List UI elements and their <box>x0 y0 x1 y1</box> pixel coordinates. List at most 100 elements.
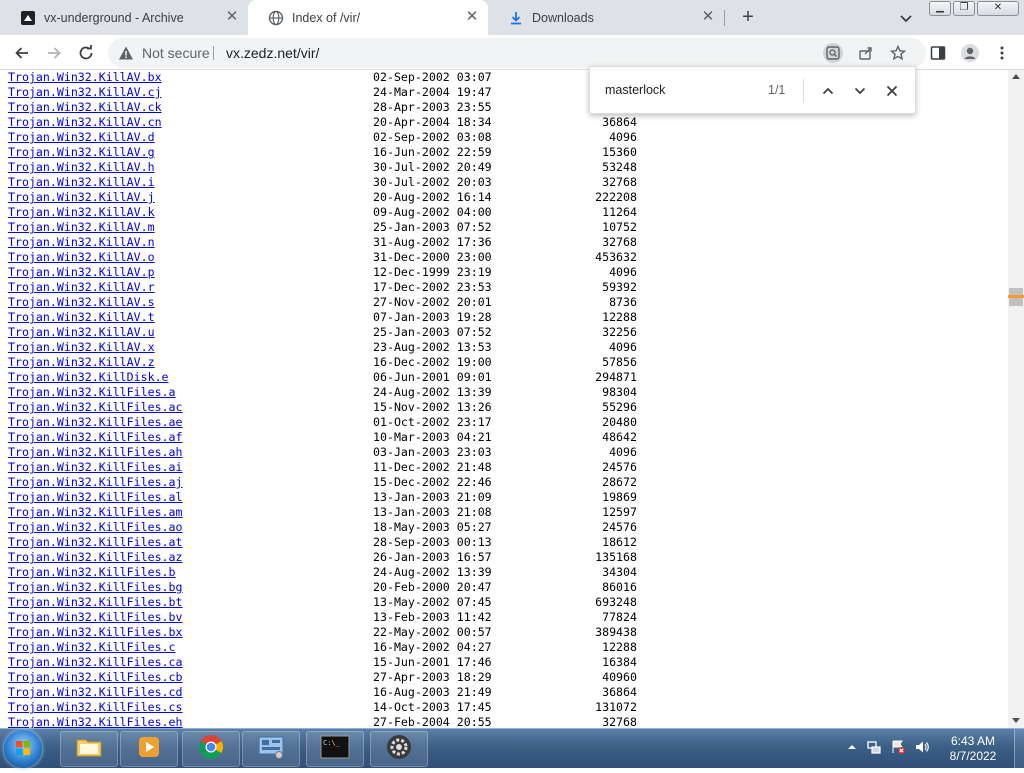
tab-close-icon[interactable]: ✕ <box>700 9 716 25</box>
scroll-down-arrow-icon[interactable] <box>1012 718 1020 723</box>
file-date: 28-Sep-2003 00:13 <box>373 535 492 549</box>
tab-downloads[interactable]: Downloads ✕ <box>488 0 724 35</box>
file-link[interactable]: Trojan.Win32.KillAV.cn <box>8 115 162 130</box>
file-link[interactable]: Trojan.Win32.KillFiles.bt <box>8 595 183 610</box>
new-tab-button[interactable]: + <box>736 6 760 30</box>
tab-close-icon[interactable]: ✕ <box>464 9 480 25</box>
file-link[interactable]: Trojan.Win32.KillAV.m <box>8 220 155 235</box>
file-link[interactable]: Trojan.Win32.KillFiles.cd <box>8 685 183 700</box>
find-next-button[interactable] <box>848 79 872 103</box>
start-button[interactable] <box>4 730 42 768</box>
file-date: 07-Jan-2003 19:28 <box>373 310 492 324</box>
find-close-button[interactable] <box>880 79 904 103</box>
file-size: 4096 <box>609 445 637 459</box>
back-button[interactable] <box>10 41 34 65</box>
file-link[interactable]: Trojan.Win32.KillFiles.ao <box>8 520 183 535</box>
file-size: 55296 <box>602 400 637 414</box>
tray-volume-icon[interactable] <box>914 739 930 755</box>
file-link[interactable]: Trojan.Win32.KillFiles.am <box>8 505 183 520</box>
file-link[interactable]: Trojan.Win32.KillFiles.c <box>8 640 176 655</box>
address-bar[interactable]: Not secure vx.zedz.net/vir/ <box>108 38 926 68</box>
warning-icon[interactable] <box>118 45 134 61</box>
file-link[interactable]: Trojan.Win32.KillFiles.ai <box>8 460 183 475</box>
file-link[interactable]: Trojan.Win32.KillAV.x <box>8 340 155 355</box>
file-link[interactable]: Trojan.Win32.KillAV.j <box>8 190 155 205</box>
tab-search-chevron-icon[interactable] <box>896 8 916 28</box>
file-link[interactable]: Trojan.Win32.KillFiles.bx <box>8 625 183 640</box>
file-link[interactable]: Trojan.Win32.KillAV.n <box>8 235 155 250</box>
file-link[interactable]: Trojan.Win32.KillFiles.bv <box>8 610 183 625</box>
forward-button[interactable] <box>42 41 66 65</box>
file-size: 4096 <box>609 265 637 279</box>
file-link[interactable]: Trojan.Win32.KillAV.o <box>8 250 155 265</box>
file-link[interactable]: Trojan.Win32.KillAV.t <box>8 310 155 325</box>
taskbar-chrome[interactable] <box>182 731 240 767</box>
taskbar-clock[interactable]: 6:43 AM 8/7/2022 <box>938 734 1008 764</box>
taskbar-media-player[interactable] <box>120 731 178 767</box>
file-link[interactable]: Trojan.Win32.KillAV.z <box>8 355 155 370</box>
file-link[interactable]: Trojan.Win32.KillAV.s <box>8 295 155 310</box>
file-size: 34304 <box>602 565 637 579</box>
close-window-button[interactable]: ✕ <box>977 1 1019 16</box>
file-date: 30-Jul-2002 20:49 <box>373 160 492 174</box>
file-link[interactable]: Trojan.Win32.KillFiles.cs <box>8 700 183 715</box>
tab-close-icon[interactable]: ✕ <box>224 9 240 25</box>
file-link[interactable]: Trojan.Win32.KillAV.i <box>8 175 155 190</box>
file-link[interactable]: Trojan.Win32.KillAV.d <box>8 130 155 145</box>
bookmark-star-icon[interactable] <box>888 43 908 63</box>
vertical-scrollbar[interactable] <box>1008 70 1024 728</box>
taskbar-control-panel[interactable] <box>242 731 300 767</box>
find-previous-button[interactable] <box>816 79 840 103</box>
file-link[interactable]: Trojan.Win32.KillFiles.ca <box>8 655 183 670</box>
tray-network-icon[interactable] <box>866 739 882 755</box>
tray-action-center-icon[interactable] <box>890 739 906 755</box>
tab-title: Index of /vir/ <box>292 10 361 25</box>
file-link[interactable]: Trojan.Win32.KillFiles.bg <box>8 580 183 595</box>
file-link[interactable]: Trojan.Win32.KillAV.ck <box>8 100 162 115</box>
show-desktop-button[interactable] <box>1014 729 1024 769</box>
file-link[interactable]: Trojan.Win32.KillAV.p <box>8 265 155 280</box>
tab-vx-underground[interactable]: vx-underground - Archive ✕ <box>0 0 248 35</box>
taskbar-app-gear[interactable] <box>370 731 428 767</box>
file-link[interactable]: Trojan.Win32.KillDisk.e <box>8 370 169 385</box>
security-status[interactable]: Not secure <box>142 45 210 61</box>
file-link[interactable]: Trojan.Win32.KillFiles.ae <box>8 415 183 430</box>
side-panel-icon[interactable] <box>926 41 950 65</box>
file-link[interactable]: Trojan.Win32.KillFiles.a <box>8 385 176 400</box>
file-link[interactable]: Trojan.Win32.KillAV.r <box>8 280 155 295</box>
file-date: 14-Oct-2003 17:45 <box>373 700 492 714</box>
url-text[interactable]: vx.zedz.net/vir/ <box>226 45 319 61</box>
file-link[interactable]: Trojan.Win32.KillFiles.at <box>8 535 183 550</box>
find-in-page-icon[interactable] <box>823 43 843 63</box>
menu-kebab-icon[interactable] <box>990 41 1014 65</box>
file-size: 131072 <box>595 700 637 714</box>
minimize-button[interactable]: ▁ <box>929 1 951 16</box>
share-icon[interactable] <box>856 43 876 63</box>
profile-avatar-icon[interactable] <box>958 41 982 65</box>
scroll-up-arrow-icon[interactable] <box>1012 74 1020 79</box>
file-link[interactable]: Trojan.Win32.KillFiles.af <box>8 430 183 445</box>
taskbar-command-prompt[interactable]: C:\_ <box>306 731 364 767</box>
file-link[interactable]: Trojan.Win32.KillAV.h <box>8 160 155 175</box>
file-link[interactable]: Trojan.Win32.KillAV.cj <box>8 85 162 100</box>
file-link[interactable]: Trojan.Win32.KillFiles.aj <box>8 475 183 490</box>
windows-taskbar: C:\_ 6:43 AM 8/7/2022 <box>0 728 1024 769</box>
tab-index-of-vir[interactable]: Index of /vir/ ✕ <box>248 0 488 35</box>
find-input[interactable]: masterlock <box>605 83 665 97</box>
file-link[interactable]: Trojan.Win32.KillAV.bx <box>8 70 162 85</box>
file-link[interactable]: Trojan.Win32.KillAV.k <box>8 205 155 220</box>
reload-button[interactable] <box>74 41 98 65</box>
file-link[interactable]: Trojan.Win32.KillFiles.eh <box>8 715 183 728</box>
file-link[interactable]: Trojan.Win32.KillFiles.az <box>8 550 183 565</box>
file-link[interactable]: Trojan.Win32.KillAV.g <box>8 145 155 160</box>
file-link[interactable]: Trojan.Win32.KillFiles.al <box>8 490 183 505</box>
file-link[interactable]: Trojan.Win32.KillFiles.ah <box>8 445 183 460</box>
file-link[interactable]: Trojan.Win32.KillFiles.b <box>8 565 176 580</box>
taskbar-file-explorer[interactable] <box>60 731 118 767</box>
file-link[interactable]: Trojan.Win32.KillFiles.cb <box>8 670 183 685</box>
tray-expand-icon[interactable] <box>844 739 860 755</box>
restore-button[interactable]: ❐ <box>953 1 975 16</box>
file-link[interactable]: Trojan.Win32.KillAV.u <box>8 325 155 340</box>
svg-text:C:\_: C:\_ <box>323 739 341 747</box>
file-link[interactable]: Trojan.Win32.KillFiles.ac <box>8 400 183 415</box>
